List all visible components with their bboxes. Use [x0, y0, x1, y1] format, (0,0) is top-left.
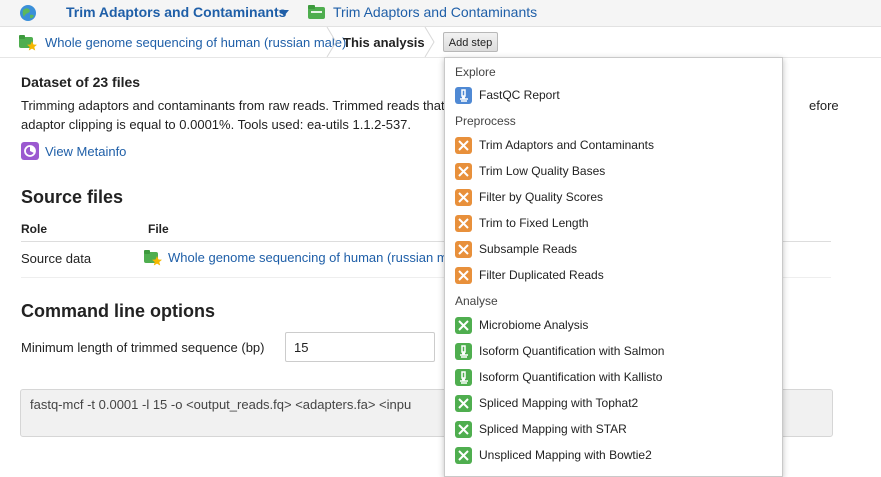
menu-item-label: Trim Adaptors and Contaminants [479, 138, 654, 152]
menu-item-tophat2[interactable]: Spliced Mapping with Tophat2 [453, 393, 773, 415]
command-line-heading: Command line options [21, 301, 216, 321]
column-header-role: Role [21, 222, 48, 236]
menu-item-label: Trim to Fixed Length [479, 216, 589, 230]
menu-item-label: Spliced Mapping with Tophat2 [479, 396, 639, 410]
add-step-menu: Explore FastQC Report Preprocess Trim Ad… [444, 57, 783, 477]
min-length-label: Minimum length of trimmed sequence (bp) [21, 340, 265, 355]
menu-header-preprocess: Preprocess [455, 114, 516, 128]
chevron-down-icon[interactable] [279, 10, 289, 16]
menu-item-label: Filter Duplicated Reads [479, 268, 604, 282]
breadcrumb-item-this-analysis: This analysis [343, 35, 425, 50]
menu-item-label: Subsample Reads [479, 242, 578, 256]
description-line-1: Trimming adaptors and contaminants from … [21, 98, 445, 113]
globe-logo-icon[interactable] [19, 4, 37, 22]
scissors-icon [455, 189, 472, 206]
add-step-button[interactable]: Add step [443, 32, 498, 52]
menu-item-label: Filter by Quality Scores [479, 190, 604, 204]
menu-item-trim-low-quality[interactable]: Trim Low Quality Bases [453, 161, 773, 183]
metainfo-icon [21, 142, 39, 160]
menu-item-subsample-reads[interactable]: Subsample Reads [453, 239, 773, 261]
scissors-icon [455, 421, 472, 438]
menu-item-label: Isoform Quantification with Kallisto [479, 370, 663, 384]
menu-item-microbiome[interactable]: Microbiome Analysis [453, 315, 773, 337]
menu-item-label: FastQC Report [479, 88, 560, 102]
scissors-icon [455, 447, 472, 464]
scissors-icon [455, 317, 472, 334]
breadcrumb-separator-icon [326, 27, 337, 57]
menu-item-label: Isoform Quantification with Salmon [479, 344, 665, 358]
menu-item-star[interactable]: Spliced Mapping with STAR [453, 419, 773, 441]
microscope-icon [455, 343, 472, 360]
menu-item-trim-fixed-length[interactable]: Trim to Fixed Length [453, 213, 773, 235]
menu-item-trim-adaptors[interactable]: Trim Adaptors and Contaminants [453, 135, 773, 157]
min-length-input[interactable] [285, 332, 435, 362]
source-files-heading: Source files [21, 187, 124, 207]
folder-icon [308, 5, 325, 19]
breadcrumb: Whole genome sequencing of human (russia… [0, 27, 881, 58]
menu-item-kallisto[interactable]: Isoform Quantification with Kallisto [453, 367, 773, 389]
scissors-icon [455, 163, 472, 180]
dataset-folder-star-icon [144, 250, 162, 266]
project-title-dropdown[interactable]: Trim Adaptors and Contaminants [66, 4, 286, 20]
dataset-title: Dataset of 23 files [21, 74, 141, 90]
source-file-link[interactable]: Whole genome sequencing of human (russia… [168, 250, 448, 265]
menu-item-salmon[interactable]: Isoform Quantification with Salmon [453, 341, 773, 363]
breadcrumb-item-dataset[interactable]: Whole genome sequencing of human (russia… [45, 35, 346, 50]
description-line-1-tail: efore [809, 98, 839, 113]
menu-header-explore: Explore [455, 65, 496, 79]
menu-item-filter-duplicated[interactable]: Filter Duplicated Reads [453, 265, 773, 287]
microscope-icon [455, 369, 472, 386]
scissors-icon [455, 241, 472, 258]
top-bar: Trim Adaptors and Contaminants Trim Adap… [0, 0, 881, 27]
tool-link[interactable]: Trim Adaptors and Contaminants [333, 4, 537, 20]
view-metainfo-link[interactable]: View Metainfo [45, 144, 126, 159]
dataset-folder-star-icon [19, 35, 37, 51]
menu-item-label: Microbiome Analysis [479, 318, 589, 332]
menu-item-label: Trim Low Quality Bases [479, 164, 606, 178]
menu-item-fastqc-report[interactable]: FastQC Report [453, 85, 773, 107]
menu-header-analyse: Analyse [455, 294, 498, 308]
menu-item-label: Unspliced Mapping with Bowtie2 [479, 448, 652, 462]
scissors-icon [455, 395, 472, 412]
menu-item-label: Spliced Mapping with STAR [479, 422, 627, 436]
column-header-file: File [148, 222, 169, 236]
menu-item-filter-quality[interactable]: Filter by Quality Scores [453, 187, 773, 209]
scissors-icon [455, 215, 472, 232]
microscope-icon [455, 87, 472, 104]
menu-item-bowtie2[interactable]: Unspliced Mapping with Bowtie2 [453, 445, 773, 467]
breadcrumb-separator-icon [424, 27, 435, 57]
description-line-2: adaptor clipping is equal to 0.0001%. To… [21, 117, 412, 132]
scissors-icon [455, 137, 472, 154]
scissors-icon [455, 267, 472, 284]
table-cell-role: Source data [21, 251, 92, 266]
